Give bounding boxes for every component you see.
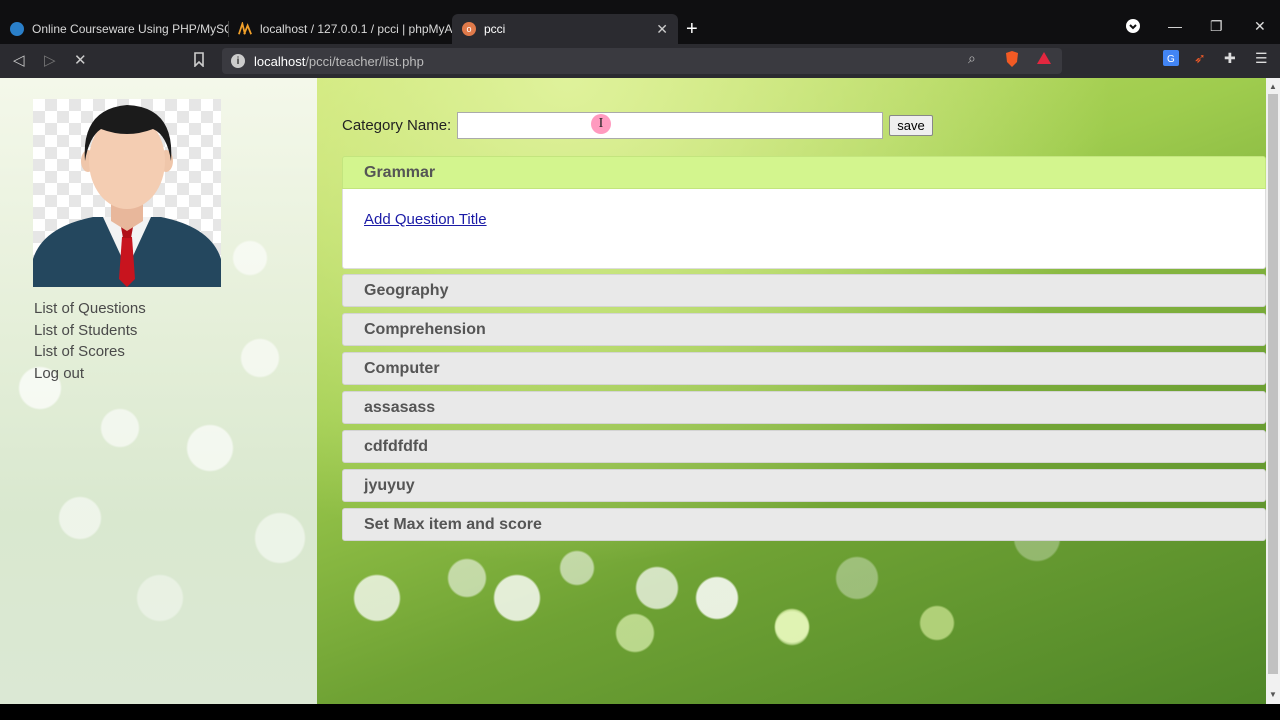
tab-title: pcci	[484, 22, 506, 36]
close-window-icon[interactable]: ✕	[1254, 18, 1266, 35]
minimize-icon[interactable]: —	[1168, 18, 1182, 34]
address-bar[interactable]: i localhost/pcci/teacher/list.php	[222, 48, 1062, 74]
main-content: Category Name: save I Grammar Add Questi…	[317, 78, 1266, 704]
back-icon[interactable]: ◁	[13, 52, 25, 70]
text-cursor-icon: I	[591, 114, 611, 134]
zoom-icon[interactable]: ⌕	[968, 50, 976, 67]
category-accordion-item: assasass	[342, 391, 1266, 424]
category-accordion-item: Set Max item and score	[342, 508, 1266, 541]
scroll-down-icon[interactable]: ▼	[1269, 690, 1277, 699]
sidebar: List of Questions List of Students List …	[0, 78, 317, 704]
category-accordion-item: Comprehension	[342, 313, 1266, 346]
category-accordion-item: Computer	[342, 352, 1266, 385]
category-header-computer[interactable]: Computer	[342, 352, 1266, 385]
forward-icon[interactable]: ▷	[44, 52, 56, 70]
category-header-set-max-item-and-score[interactable]: Set Max item and score	[342, 508, 1266, 541]
sidebar-nav: List of Questions List of Students List …	[34, 298, 146, 384]
save-button[interactable]: save	[889, 115, 933, 136]
browser-tab-active[interactable]: o pcci ✕	[452, 14, 678, 44]
sidebar-item-list-of-questions[interactable]: List of Questions	[34, 298, 146, 320]
bottom-bar	[0, 704, 1280, 720]
category-accordion-item: Geography	[342, 274, 1266, 307]
menu-icon[interactable]: ☰	[1255, 50, 1268, 67]
stop-loading-icon[interactable]: ✕	[74, 52, 87, 70]
vertical-scrollbar[interactable]: ▲ ▼	[1266, 78, 1280, 704]
browser-tab[interactable]: localhost / 127.0.0.1 / pcci | phpMyAdmi…	[228, 14, 452, 44]
category-header-assasass[interactable]: assasass	[342, 391, 1266, 424]
phpmyadmin-icon	[238, 22, 252, 36]
scrollbar-thumb[interactable]	[1268, 94, 1278, 674]
svg-text:G: G	[1167, 54, 1175, 65]
category-accordion-item: cdfdfdfd	[342, 430, 1266, 463]
extension-swift-icon[interactable]: ➶	[1194, 50, 1206, 67]
tab-title: localhost / 127.0.0.1 / pcci | phpMyAdmi…	[260, 22, 452, 36]
category-name-input[interactable]	[457, 112, 884, 139]
page-viewport: List of Questions List of Students List …	[0, 78, 1280, 704]
translate-icon[interactable]: G	[1163, 50, 1179, 69]
close-tab-icon[interactable]: ✕	[648, 21, 668, 38]
brave-shields-icon[interactable]	[1004, 50, 1020, 71]
browser-tab-bar: Online Courseware Using PHP/MySQL localh…	[0, 0, 1280, 44]
tab-search-icon[interactable]	[1125, 18, 1141, 37]
brave-rewards-icon[interactable]	[1036, 50, 1052, 69]
teacher-avatar	[33, 99, 221, 287]
tab-title: Online Courseware Using PHP/MySQL	[32, 22, 228, 36]
category-header-grammar[interactable]: Grammar	[342, 156, 1266, 189]
category-header-jyuyuy[interactable]: jyuyuy	[342, 469, 1266, 502]
sidebar-item-log-out[interactable]: Log out	[34, 363, 146, 385]
edge-icon	[10, 22, 24, 36]
add-question-title-link[interactable]: Add Question Title	[364, 211, 487, 228]
browser-tab[interactable]: Online Courseware Using PHP/MySQL	[0, 14, 228, 44]
extensions-icon[interactable]: ✚	[1224, 50, 1236, 67]
sidebar-item-list-of-scores[interactable]: List of Scores	[34, 341, 146, 363]
bookmark-icon[interactable]	[193, 52, 205, 72]
new-tab-icon[interactable]: +	[686, 17, 698, 41]
browser-toolbar: ◁ ▷ ✕ i localhost/pcci/teacher/list.php …	[0, 44, 1280, 78]
scroll-up-icon[interactable]: ▲	[1269, 82, 1277, 91]
site-info-icon[interactable]: i	[231, 54, 245, 68]
category-panel: Add Question Title	[342, 189, 1266, 269]
category-accordion-item: jyuyuy	[342, 469, 1266, 502]
url-text: localhost/pcci/teacher/list.php	[254, 53, 424, 69]
category-header-cdfdfdfd[interactable]: cdfdfdfd	[342, 430, 1266, 463]
site-favicon: o	[462, 22, 476, 36]
sidebar-item-list-of-students[interactable]: List of Students	[34, 320, 146, 342]
restore-icon[interactable]: ❐	[1210, 18, 1223, 35]
category-header-comprehension[interactable]: Comprehension	[342, 313, 1266, 346]
add-category-form: Category Name: save	[342, 112, 933, 139]
category-header-geography[interactable]: Geography	[342, 274, 1266, 307]
category-accordion-item: Grammar Add Question Title	[342, 156, 1266, 269]
category-name-label: Category Name:	[342, 117, 452, 134]
